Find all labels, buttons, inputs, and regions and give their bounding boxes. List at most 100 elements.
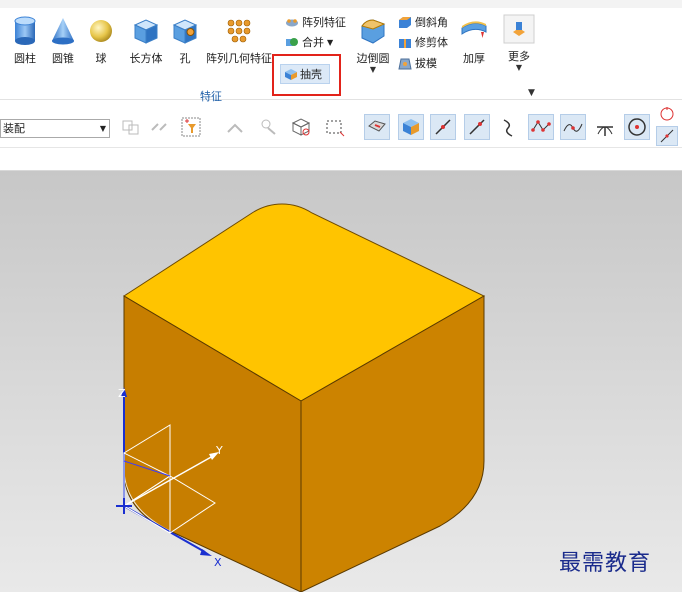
snap-tangent-icon: [597, 126, 613, 136]
block-button[interactable]: 长方体: [124, 16, 168, 66]
cone-icon: [52, 18, 74, 45]
snap-midpoint-button[interactable]: [656, 126, 678, 146]
snap-control-point-button[interactable]: [528, 114, 554, 140]
chamfer-label: 倒斜角: [415, 16, 448, 29]
snap-point-button[interactable]: [222, 114, 248, 140]
group-expand-icon[interactable]: ▼: [528, 88, 535, 98]
y-axis-label: Y: [215, 444, 223, 457]
thicken-icon: [461, 21, 487, 38]
select-feature-icon: [261, 119, 276, 135]
edge-blend-dropdown-icon[interactable]: ▼: [350, 66, 396, 74]
watermark-text: 最需教育: [559, 551, 652, 576]
snap-endpoint-button[interactable]: [464, 114, 490, 140]
snap-curve-button[interactable]: [496, 114, 522, 140]
shell-button[interactable]: 抽壳: [280, 64, 330, 84]
window-top-strip: [0, 0, 682, 8]
draft-item[interactable]: 拔模: [398, 55, 437, 71]
assembly-filter-button[interactable]: [118, 114, 144, 140]
cylinder-button[interactable]: 圆柱: [8, 16, 42, 66]
pattern-feature-item[interactable]: 阵列特征: [285, 14, 346, 30]
edge-blend-label: 边倒圆: [356, 52, 390, 65]
thicken-button[interactable]: 加厚: [456, 16, 492, 66]
draft-label: 拔模: [415, 57, 437, 70]
snap-spline-button[interactable]: [560, 114, 586, 140]
more-icon: [503, 14, 535, 44]
snap-point-icon: [227, 123, 243, 133]
more-button[interactable]: 更多 ▼: [500, 14, 538, 72]
more-dropdown-icon[interactable]: ▼: [500, 64, 538, 72]
selection-filter-value: 装配: [3, 122, 25, 135]
z-axis-label: Z: [118, 387, 126, 400]
chamfer-item[interactable]: 倒斜角: [398, 14, 448, 30]
rectangle-select-icon: [326, 120, 345, 137]
pattern-feature-icon: [286, 19, 298, 27]
snap-tangent-button[interactable]: [592, 114, 618, 140]
sphere-label: 球: [95, 52, 107, 65]
sphere-button[interactable]: 球: [86, 16, 116, 66]
snap-face-icon: [368, 120, 386, 132]
selection-filter-dropdown[interactable]: 装配 ▼: [0, 119, 110, 138]
selection-toolbar: 装配 ▼: [0, 104, 682, 148]
link-filter-button[interactable]: [146, 114, 172, 140]
cone-button[interactable]: 圆锥: [46, 16, 80, 66]
snap-face-button[interactable]: [364, 114, 390, 140]
ribbon-features-group: 圆柱 圆锥 球 长方体 孔 阵列几何特征 阵列特征 合并 ▼ 抽壳 边倒圆 ▼ …: [0, 8, 682, 103]
link-icon: [151, 123, 167, 131]
snap-midpoint-icon: [660, 129, 674, 143]
select-body-icon: [291, 118, 311, 136]
more-label: 更多: [508, 50, 530, 63]
hole-label: 孔: [179, 52, 191, 65]
combine-label: 合并: [302, 36, 324, 49]
features-group-label: 特征: [200, 90, 222, 103]
sphere-icon: [90, 20, 112, 42]
pattern-geometry-icon: [227, 19, 251, 43]
assembly-filter-icon: [122, 120, 139, 135]
hole-icon: [172, 19, 198, 44]
snap-line-button[interactable]: [430, 114, 456, 140]
chamfer-icon: [399, 16, 411, 28]
block-icon: [133, 19, 159, 44]
trim-body-item[interactable]: 修剪体: [398, 34, 448, 50]
combine-icon: [286, 38, 298, 46]
cylinder-icon: [14, 16, 36, 45]
cube-scene: Z Y X: [116, 203, 486, 592]
trim-body-label: 修剪体: [415, 36, 448, 49]
select-body-button[interactable]: [288, 114, 314, 140]
pattern-geometry-button[interactable]: 阵列几何特征: [206, 16, 272, 66]
block-label: 长方体: [129, 52, 163, 65]
shell-label: 抽壳: [300, 68, 322, 81]
snap-spline-icon: [563, 123, 583, 132]
x-axis-label: X: [214, 556, 222, 569]
snap-arc-center-button[interactable]: [624, 114, 650, 140]
snap-solid-button[interactable]: [398, 114, 424, 140]
edge-blend-icon: [361, 19, 386, 44]
thicken-label: 加厚: [463, 52, 485, 65]
snap-line-icon: [435, 119, 451, 135]
rectangle-select-button[interactable]: [322, 114, 348, 140]
cone-label: 圆锥: [52, 52, 74, 65]
cylinder-label: 圆柱: [14, 52, 36, 65]
edge-blend-button[interactable]: 边倒圆 ▼: [350, 16, 396, 74]
trim-body-icon: [399, 38, 411, 48]
shell-icon: [285, 68, 297, 80]
snap-arc-center-icon: [628, 118, 646, 136]
snap-control-point-icon: [531, 120, 551, 132]
combine-dropdown-icon: ▼: [327, 37, 334, 47]
graphics-viewport[interactable]: Z Y X: [0, 171, 682, 592]
origin-icon: [116, 498, 132, 514]
draft-icon: [398, 58, 412, 69]
type-filter-icon: [181, 117, 201, 137]
snap-quadrant-icon: [660, 107, 674, 121]
snap-quadrant-button[interactable]: [656, 104, 678, 124]
select-feature-button[interactable]: [256, 114, 282, 140]
pattern-feature-label: 阵列特征: [302, 16, 346, 29]
snap-endpoint-icon: [469, 119, 485, 135]
pattern-geometry-label: 阵列几何特征: [206, 52, 272, 65]
snap-solid-icon: [403, 119, 419, 135]
snap-curve-icon: [503, 119, 513, 137]
combine-item[interactable]: 合并 ▼: [285, 34, 333, 50]
hole-button[interactable]: 孔: [170, 16, 200, 66]
type-filter-button[interactable]: [178, 114, 204, 140]
dropdown-arrow-icon: ▼: [99, 124, 106, 133]
blank-band: [0, 149, 682, 171]
